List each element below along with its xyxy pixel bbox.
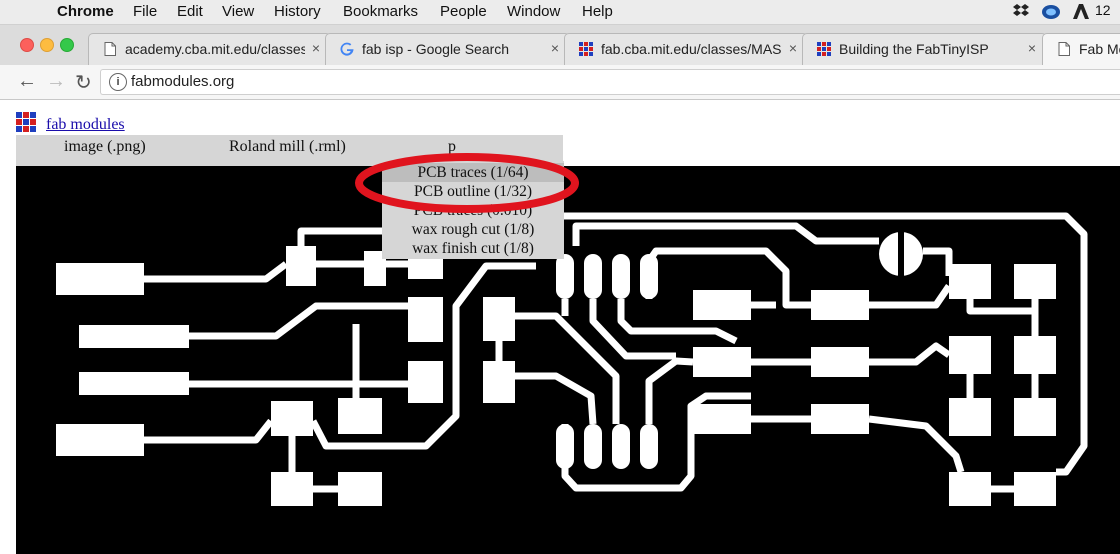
back-button[interactable]: ← (17, 70, 37, 93)
zoom-window-button[interactable] (60, 38, 74, 52)
close-tab-icon[interactable]: × (789, 40, 797, 56)
close-tab-icon[interactable]: × (551, 40, 559, 56)
menu-app-chrome[interactable]: Chrome (57, 3, 114, 20)
tab-fab-cba[interactable]: fab.cba.mit.edu/classes/MAS × (564, 33, 808, 65)
option-pcb-outline-1-32[interactable]: PCB outline (1/32) (382, 182, 564, 201)
menu-help[interactable]: Help (582, 3, 613, 20)
tab-title: Building the FabTinyISP (839, 41, 989, 57)
fab-grid-icon (16, 112, 36, 132)
minimize-window-button[interactable] (40, 38, 54, 52)
menu-bookmarks[interactable]: Bookmarks (343, 3, 418, 20)
pcb-traces-graphic (56, 212, 1088, 506)
menu-file[interactable]: File (133, 3, 157, 20)
info-icon[interactable]: i (109, 73, 127, 91)
page-content: fab modules image (.png) Roland mill (.r… (0, 100, 1120, 554)
pcb-trace-image (16, 166, 1120, 554)
menu-people[interactable]: People (440, 3, 487, 20)
tab-fab-modules[interactable]: Fab Mo (1042, 33, 1120, 65)
page-icon (1058, 42, 1070, 56)
clock-text: 12 (1095, 2, 1111, 18)
process-dropdown[interactable]: PCB traces (1/64) PCB outline (1/32) PCB… (382, 161, 564, 259)
browser-toolbar: ← → ↻ i fabmodules.org (0, 65, 1120, 100)
page-icon (104, 42, 116, 56)
tab-title: academy.cba.mit.edu/classes/ (125, 41, 305, 57)
tab-building-fabtinyisp[interactable]: Building the FabTinyISP × (802, 33, 1047, 65)
fab-modules-link[interactable]: fab modules (46, 116, 125, 133)
close-window-button[interactable] (20, 38, 34, 52)
macos-menubar: Chrome File Edit View History Bookmarks … (0, 0, 1120, 25)
tab-strip: academy.cba.mit.edu/classes/ × fab isp -… (0, 25, 1120, 65)
option-pcb-traces-0-010[interactable]: PCB traces (0.010) (382, 201, 564, 220)
process-select[interactable]: p (448, 138, 456, 156)
menu-history[interactable]: History (274, 3, 321, 20)
tab-academy[interactable]: academy.cba.mit.edu/classes/ × (88, 33, 331, 65)
input-format-select[interactable]: image (.png) (64, 138, 146, 156)
forward-button[interactable]: → (46, 70, 66, 93)
close-tab-icon[interactable]: × (1028, 40, 1036, 56)
option-pcb-traces-1-64[interactable]: PCB traces (1/64) (382, 163, 564, 182)
url-text[interactable]: fabmodules.org (131, 73, 234, 90)
fab-modules-header: fab modules (16, 112, 125, 137)
adobe-icon[interactable] (1072, 3, 1090, 20)
menu-edit[interactable]: Edit (177, 3, 203, 20)
address-bar[interactable]: i fabmodules.org (100, 69, 1120, 95)
menu-view[interactable]: View (222, 3, 254, 20)
fab-grid-icon (817, 42, 831, 56)
menu-window[interactable]: Window (507, 3, 560, 20)
google-icon (340, 42, 354, 56)
option-wax-finish-cut[interactable]: wax finish cut (1/8) (382, 239, 564, 258)
reload-button[interactable]: ↻ (75, 70, 92, 95)
fab-grid-icon (579, 42, 593, 56)
tab-title: Fab Mo (1079, 41, 1120, 57)
output-machine-select[interactable]: Roland mill (.rml) (229, 138, 346, 156)
app-status-icon[interactable] (1041, 3, 1061, 20)
close-tab-icon[interactable]: × (312, 40, 320, 56)
tab-fab-isp-search[interactable]: fab isp - Google Search × (325, 33, 570, 65)
option-wax-rough-cut[interactable]: wax rough cut (1/8) (382, 220, 564, 239)
tab-title: fab isp - Google Search (362, 41, 510, 57)
dropbox-icon[interactable] (1012, 3, 1030, 19)
tab-title: fab.cba.mit.edu/classes/MAS (601, 41, 781, 57)
